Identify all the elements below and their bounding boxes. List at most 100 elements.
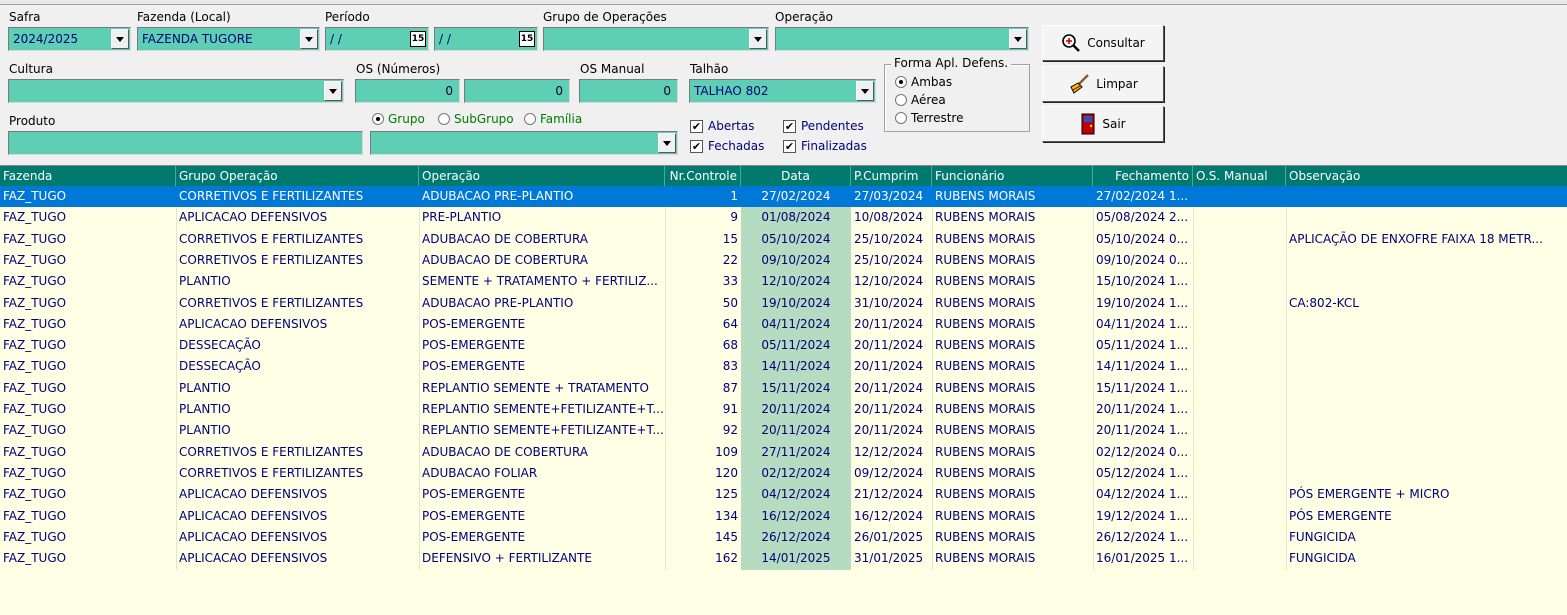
cell-fazenda: FAZ_TUGO [3,359,67,374]
table-row[interactable]: FAZ_TUGO CORRETIVOS E FERTILIZANTES ADUBAC… [0,229,1567,250]
cell-observacao [1286,378,1567,399]
table-row[interactable]: FAZ_TUGO CORRETIVOS E FERTILIZANTES ADUBAC… [0,250,1567,271]
cell-fazenda: FAZ_TUGO [3,529,67,544]
periodo-start-date[interactable]: / / 15 [325,27,429,51]
chevron-down-icon[interactable] [300,29,318,49]
table-row[interactable]: FAZ_TUGO PLANTIO REPLANTIO SEMENTE+FETILIZ… [0,399,1567,420]
radio-aerea[interactable]: Aérea [895,93,946,107]
column-header-fazenda[interactable]: Fazenda [0,166,176,186]
checkbox-pendentes[interactable]: ✔ Pendentes [783,119,864,133]
cell-data: 04/11/2024 [761,316,831,331]
cell-fazenda: FAZ_TUGO [3,465,67,480]
cell-funcionario: RUBENS MORAIS [935,423,1036,438]
cell-fazenda: FAZ_TUGO [3,295,67,310]
operacao-select[interactable] [775,27,1029,51]
chevron-down-icon[interactable] [1009,29,1027,49]
cell-observacao [1286,271,1567,292]
table-row[interactable]: FAZ_TUGO APLICACAO DEFENSIVOS DEFENSIVO + … [0,548,1567,569]
os-manual-input[interactable]: 0 [579,79,678,103]
radio-grupo-label: Grupo [388,112,425,126]
radio-subgrupo[interactable]: SubGrupo [438,112,514,126]
table-row[interactable]: FAZ_TUGO DESSECAÇÃO POS-EMERGENTE 83 14/11/2… [0,356,1567,377]
limpar-button[interactable]: Limpar [1042,66,1164,102]
column-header-data[interactable]: Data [741,166,851,186]
chevron-down-icon[interactable] [749,29,767,49]
cell-data: 27/02/2024 [761,189,831,203]
cell-p-cumprim: 09/12/2024 [854,465,924,480]
cell-p-cumprim: 31/10/2024 [854,295,924,310]
chevron-down-icon[interactable] [324,81,342,101]
column-header-fechamento[interactable]: Fechamento [1093,166,1193,186]
cell-os-manual [1193,314,1286,335]
table-row[interactable]: FAZ_TUGO DESSECAÇÃO POS-EMERGENTE 68 05/11/2… [0,335,1567,356]
cell-operacao: SEMENTE + TRATAMENTO + FERTILIZ... [422,274,658,289]
table-row[interactable]: FAZ_TUGO APLICACAO DEFENSIVOS POS-EMERGENT… [0,506,1567,527]
table-row[interactable]: FAZ_TUGO PLANTIO REPLANTIO SEMENTE + TRATA… [0,378,1567,399]
os-numero-from-input[interactable]: 0 [355,79,460,103]
checkmark-icon: ✔ [783,139,796,153]
sair-button[interactable]: Sair [1042,106,1164,142]
checkbox-finalizadas[interactable]: ✔ Finalizadas [783,139,867,153]
column-header-observacao[interactable]: Observação [1286,166,1567,186]
column-header-p-cumprim[interactable]: P.Cumprim [851,166,932,186]
cell-funcionario: RUBENS MORAIS [935,210,1036,225]
table-row[interactable]: FAZ_TUGO CORRETIVOS E FERTILIZANTES ADUBAC… [0,463,1567,484]
cultura-select[interactable] [8,79,344,103]
column-header-os-manual[interactable]: O.S. Manual [1193,166,1286,186]
cell-fechamento: 05/11/2024 1... [1096,338,1189,353]
chevron-down-icon[interactable] [856,81,874,101]
table-row[interactable]: FAZ_TUGO PLANTIO SEMENTE + TRATAMENTO + FE… [0,271,1567,292]
checkbox-abertas[interactable]: ✔ Abertas [690,119,754,133]
radio-terrestre[interactable]: Terrestre [895,111,963,125]
radio-ambas-label: Ambas [911,75,953,89]
produto-group-select[interactable] [370,131,678,155]
radio-ambas[interactable]: Ambas [895,75,952,89]
calendar-icon[interactable]: 15 [410,31,426,47]
cell-fazenda: FAZ_TUGO [3,210,67,225]
os-numeros-label: OS (Números) [356,62,441,76]
radio-grupo[interactable]: Grupo [372,112,425,126]
talhao-select[interactable]: TALHAO 802 [689,79,876,103]
table-row[interactable]: FAZ_TUGO PLANTIO REPLANTIO SEMENTE+FETILIZ… [0,420,1567,441]
cell-funcionario: RUBENS MORAIS [935,380,1036,395]
results-grid[interactable]: Fazenda Grupo Operação Operação Nr.Contr… [0,165,1567,615]
cell-fazenda: FAZ_TUGO [3,252,67,267]
checkbox-fechadas[interactable]: ✔ Fechadas [690,139,764,153]
cell-nr-controle: 134 [715,508,738,523]
periodo-end-date[interactable]: / / 15 [434,27,538,51]
cultura-label: Cultura [9,62,53,76]
cell-funcionario: RUBENS MORAIS [935,338,1036,353]
table-row[interactable]: FAZ_TUGO APLICACAO DEFENSIVOS POS-EMERGENT… [0,527,1567,548]
table-row[interactable]: FAZ_TUGO APLICACAO DEFENSIVOS POS-EMERGENT… [0,484,1567,505]
calendar-icon[interactable]: 15 [519,31,535,47]
checkbox-finalizadas-label: Finalizadas [801,139,867,153]
radio-familia-label: Família [540,112,583,126]
cell-fazenda: FAZ_TUGO [3,402,67,416]
column-header-funcionario[interactable]: Funcionário [932,166,1093,186]
radio-familia[interactable]: Família [524,112,582,126]
chevron-down-icon[interactable] [658,133,676,153]
cell-fechamento: 05/10/2024 0... [1096,231,1189,246]
cell-grupo-operacao: PLANTIO [179,274,231,289]
cell-observacao [1286,314,1567,335]
grupo-operacoes-select[interactable] [543,27,769,51]
produto-input[interactable] [8,131,363,155]
column-header-operacao[interactable]: Operação [419,166,665,186]
cell-fechamento: 05/08/2024 2... [1096,210,1189,225]
fazenda-select[interactable]: FAZENDA TUGORE [137,27,320,51]
cell-fazenda: FAZ_TUGO [3,551,67,566]
os-numero-to-input[interactable]: 0 [464,79,570,103]
safra-select[interactable]: 2024/2025 [8,27,131,51]
table-row[interactable]: FAZ_TUGO APLICACAO DEFENSIVOS POS-EMERGENT… [0,314,1567,335]
table-row[interactable]: FAZ_TUGO CORRETIVOS E FERTILIZANTES ADUBAC… [0,186,1567,207]
table-row[interactable]: FAZ_TUGO CORRETIVOS E FERTILIZANTES ADUBAC… [0,293,1567,314]
table-row[interactable]: FAZ_TUGO APLICACAO DEFENSIVOS PRE-PLANTIO 9… [0,207,1567,228]
cell-observacao: PÓS EMERGENTE + MICRO [1289,487,1450,502]
column-header-grupo-operacao[interactable]: Grupo Operação [176,166,419,186]
table-row[interactable]: FAZ_TUGO CORRETIVOS E FERTILIZANTES ADUBAC… [0,442,1567,463]
cell-operacao: POS-EMERGENTE [422,338,526,353]
magnifier-plus-icon [1062,34,1081,52]
consultar-button[interactable]: Consultar [1042,25,1164,61]
column-header-nr-controle[interactable]: Nr.Controle [665,166,741,186]
chevron-down-icon[interactable] [111,29,129,49]
